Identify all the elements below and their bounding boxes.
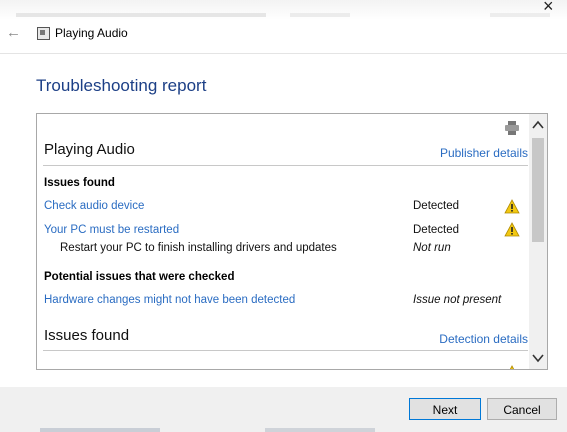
sub-issue-status: Not run bbox=[413, 242, 451, 254]
section-divider bbox=[43, 350, 528, 351]
printer-icon[interactable] bbox=[505, 121, 519, 135]
issues-found-label: Issues found bbox=[44, 177, 115, 189]
section-title-issues-found: Issues found bbox=[44, 327, 130, 344]
publisher-details-link[interactable]: Publisher details bbox=[440, 146, 528, 160]
page-title: Troubleshooting report bbox=[36, 76, 207, 95]
warning-icon bbox=[504, 199, 520, 214]
report-panel: Playing Audio Publisher details Issues f… bbox=[36, 113, 548, 370]
background-window-strip bbox=[0, 0, 567, 20]
troubleshooter-app-icon bbox=[37, 27, 50, 40]
issue-restart-pc-link[interactable]: Your PC must be restarted bbox=[44, 224, 179, 236]
detection-details-link[interactable]: Detection details bbox=[439, 332, 528, 346]
dialog-footer: Next Cancel bbox=[0, 387, 567, 432]
issue-status: Detected bbox=[413, 224, 460, 236]
scrollbar-thumb[interactable] bbox=[532, 138, 544, 242]
vertical-scrollbar[interactable] bbox=[529, 114, 547, 369]
potential-issue-hardware-link[interactable]: Hardware changes might not have been det… bbox=[44, 294, 295, 306]
scroll-down-icon[interactable] bbox=[529, 349, 547, 367]
back-arrow-icon[interactable]: ← bbox=[6, 24, 21, 41]
close-icon[interactable]: × bbox=[543, 0, 554, 17]
title-bar: × ← Playing Audio bbox=[0, 0, 567, 53]
report-content: Playing Audio Publisher details Issues f… bbox=[37, 114, 528, 369]
window-title: Playing Audio bbox=[55, 26, 128, 40]
scroll-up-icon[interactable] bbox=[529, 116, 547, 134]
cancel-button[interactable]: Cancel bbox=[487, 398, 557, 420]
section-title-playing-audio: Playing Audio bbox=[44, 141, 135, 158]
section-divider bbox=[43, 165, 528, 166]
potential-issue-status: Issue not present bbox=[413, 294, 502, 306]
warning-icon bbox=[504, 222, 520, 237]
potential-issues-label: Potential issues that were checked bbox=[44, 271, 235, 283]
issue-check-audio-device-link[interactable]: Check audio device bbox=[44, 200, 144, 212]
warning-icon bbox=[509, 365, 515, 369]
issue-status: Detected bbox=[413, 200, 460, 212]
next-button[interactable]: Next bbox=[409, 398, 481, 420]
sub-issue-restart-text: Restart your PC to finish installing dri… bbox=[60, 242, 337, 254]
header-divider bbox=[0, 53, 567, 54]
